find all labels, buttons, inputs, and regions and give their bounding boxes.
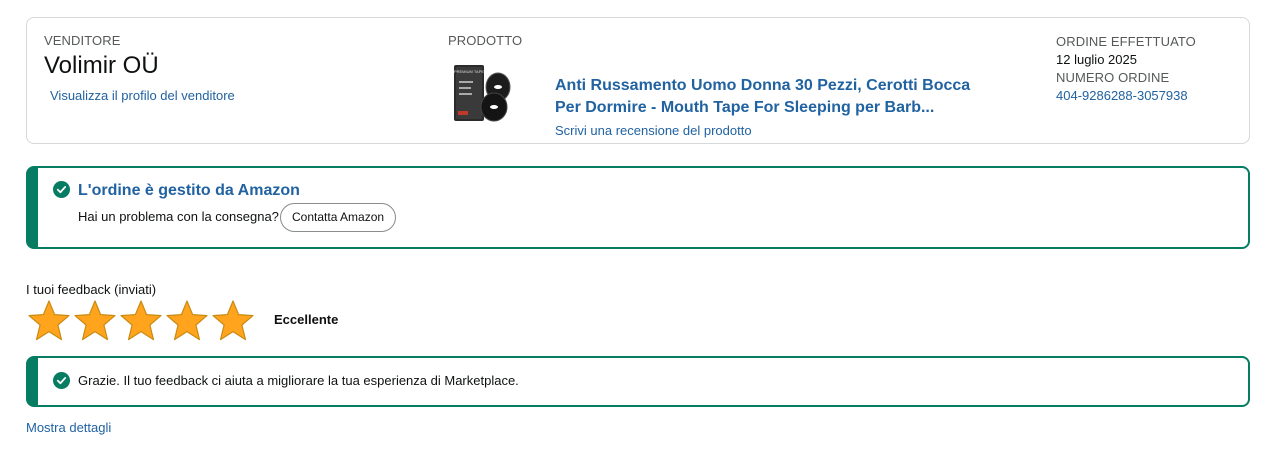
product-title-link[interactable]: Anti Russamento Uomo Donna 30 Pezzi, Cer… bbox=[555, 75, 985, 119]
write-review-link[interactable]: Scrivi una recensione del prodotto bbox=[555, 123, 752, 138]
feedback-thanks-message: Grazie. Il tuo feedback ci aiuta a migli… bbox=[78, 373, 519, 388]
amazon-fulfilled-alert: L'ordine è gestito da Amazon Hai un prob… bbox=[26, 166, 1250, 249]
show-details-link[interactable]: Mostra dettagli bbox=[26, 420, 111, 435]
product-label: PRODOTTO bbox=[448, 33, 523, 48]
delivery-question: Hai un problema con la consegna? bbox=[78, 209, 279, 224]
star-icon[interactable] bbox=[119, 299, 163, 343]
seller-name: Volimir OÜ bbox=[44, 52, 159, 79]
product-section: PRODOTTO PREMIUM TAPE Anti Russamento Uo… bbox=[448, 33, 970, 138]
star-rating[interactable] bbox=[27, 299, 255, 343]
star-icon[interactable] bbox=[211, 299, 255, 343]
product-image-brand-text: PREMIUM TAPE bbox=[454, 69, 484, 74]
check-circle-icon bbox=[53, 372, 70, 389]
alert-title: L'ordine è gestito da Amazon bbox=[78, 182, 300, 199]
seller-profile-link[interactable]: Visualizza il profilo del venditore bbox=[50, 88, 235, 103]
rating-text: Eccellente bbox=[274, 312, 339, 327]
order-info-section: ORDINE EFFETTUATO 12 luglio 2025 NUMERO … bbox=[1056, 33, 1196, 105]
feedback-label: I tuoi feedback (inviati) bbox=[26, 282, 157, 297]
contact-amazon-button[interactable]: Contatta Amazon bbox=[280, 203, 397, 232]
star-icon[interactable] bbox=[73, 299, 117, 343]
order-date-value: 12 luglio 2025 bbox=[1056, 52, 1137, 67]
star-icon[interactable] bbox=[27, 299, 71, 343]
star-icon[interactable] bbox=[165, 299, 209, 343]
feedback-thanks-alert: Grazie. Il tuo feedback ci aiuta a migli… bbox=[26, 356, 1250, 407]
order-number-link[interactable]: 404-9286288-3057938 bbox=[1056, 88, 1188, 103]
seller-section: VENDITORE Volimir OÜ Visualizza il profi… bbox=[44, 33, 235, 105]
order-summary-card: VENDITORE Volimir OÜ Visualizza il profi… bbox=[26, 17, 1250, 144]
product-image[interactable]: PREMIUM TAPE bbox=[448, 61, 514, 125]
order-number-label: NUMERO ORDINE bbox=[1056, 70, 1170, 85]
order-date-label: ORDINE EFFETTUATO bbox=[1056, 34, 1196, 49]
seller-label: VENDITORE bbox=[44, 33, 121, 48]
check-circle-icon bbox=[53, 181, 70, 198]
